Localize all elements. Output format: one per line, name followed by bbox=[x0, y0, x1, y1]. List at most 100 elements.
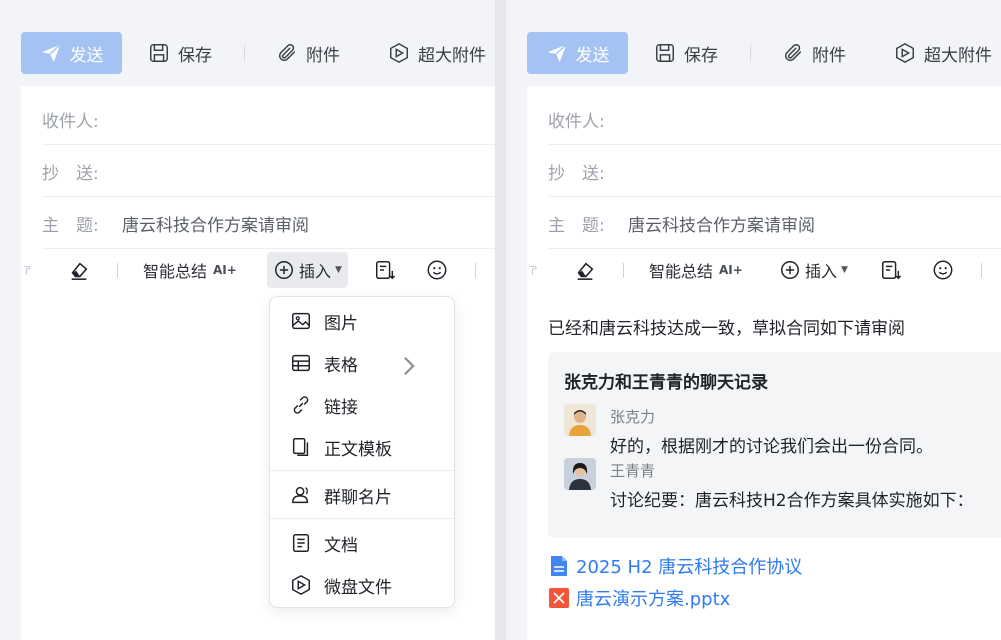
send-icon bbox=[41, 44, 61, 63]
menu-item-group-card[interactable]: 群聊名片 bbox=[270, 475, 454, 515]
subject-value[interactable]: 唐云科技合作方案请审阅 bbox=[122, 211, 309, 236]
image-icon bbox=[292, 312, 310, 330]
menu-item-label: 图片 bbox=[324, 313, 358, 334]
send-label: 发送 bbox=[69, 45, 104, 66]
ai-summary-button[interactable]: 智能总结 AI+ bbox=[143, 252, 237, 288]
menu-item-label: 微盘文件 bbox=[324, 577, 392, 598]
message-text: 好的，根据刚才的讨论我们会出一份合同。 bbox=[610, 437, 933, 457]
save-button[interactable]: 保存 bbox=[148, 32, 212, 74]
big-attach-button[interactable]: 超大附件 bbox=[894, 32, 992, 74]
attach-button[interactable]: 附件 bbox=[276, 32, 340, 74]
subject-field[interactable]: 主 题: 唐云科技合作方案请审阅 bbox=[548, 198, 1001, 249]
paperclip-icon bbox=[784, 44, 802, 62]
pptx-file-link[interactable]: 唐云演示方案.pptx bbox=[548, 586, 730, 610]
big-attach-label: 超大附件 bbox=[418, 45, 486, 66]
to-label: 收件人: bbox=[548, 111, 605, 132]
doc-file-link[interactable]: 2025 H2 唐云科技合作协议 bbox=[548, 554, 802, 578]
save-label: 保存 bbox=[684, 45, 718, 66]
paperclip-icon bbox=[278, 44, 296, 62]
menu-item-table[interactable]: 表格 bbox=[270, 343, 454, 383]
insert-label: 插入 bbox=[299, 262, 332, 281]
attach-label: 附件 bbox=[306, 45, 340, 66]
caret-down-icon: ▼ bbox=[841, 265, 848, 275]
message-sender: 王青青 bbox=[610, 462, 656, 480]
menu-divider bbox=[270, 518, 454, 519]
panel-divider bbox=[495, 0, 506, 640]
message-text: 讨论纪要：唐云科技H2合作方案具体实施如下： bbox=[610, 491, 974, 511]
subject-field[interactable]: 主 题: 唐云科技合作方案请审阅 bbox=[42, 198, 495, 249]
save-icon bbox=[656, 44, 674, 62]
to-field[interactable]: 收件人: bbox=[42, 94, 495, 145]
avatar bbox=[564, 404, 596, 436]
save-button[interactable]: 保存 bbox=[654, 32, 718, 74]
menu-item-label: 表格 bbox=[324, 355, 358, 376]
email-body-intro[interactable]: 已经和唐云科技达成一致，草拟合同如下请审阅 bbox=[548, 314, 905, 339]
eraser-icon bbox=[71, 262, 88, 280]
ai-summary-button[interactable]: 智能总结 AI+ bbox=[649, 252, 743, 288]
list-arrow-icon bbox=[376, 261, 396, 280]
format-toolbar: 智能总结 AI+ 插入 ▼ bbox=[21, 252, 495, 288]
menu-item-template[interactable]: 正文模板 bbox=[270, 427, 454, 467]
format-toolbar: 智能总结 AI+ 插入 ▼ bbox=[527, 252, 1001, 288]
emoji-button[interactable] bbox=[426, 252, 448, 288]
cc-label: 抄 送: bbox=[548, 163, 605, 184]
insert-label: 插入 bbox=[805, 262, 838, 281]
to-label: 收件人: bbox=[42, 111, 99, 132]
avatar bbox=[564, 458, 596, 490]
menu-item-weidisk[interactable]: 微盘文件 bbox=[270, 565, 454, 605]
attach-button[interactable]: 附件 bbox=[782, 32, 846, 74]
ai-badge: AI+ bbox=[213, 263, 237, 277]
send-button[interactable]: 发送 bbox=[527, 32, 628, 74]
chevron-right-icon bbox=[404, 356, 415, 376]
file-name: 唐云演示方案.pptx bbox=[576, 589, 731, 610]
format-divider bbox=[475, 263, 476, 278]
big-attach-label: 超大附件 bbox=[924, 45, 992, 66]
insert-dropdown-menu: 图片 表格 链接 正文模板 群聊名片 文档 微盘文件 bbox=[269, 296, 455, 608]
save-label: 保存 bbox=[178, 45, 212, 66]
table-icon bbox=[292, 354, 310, 372]
chat-record-card[interactable]: 张克力和王青青的聊天记录 张克力 好的，根据刚才的讨论我们会出一份合同。 王青青… bbox=[548, 352, 1001, 538]
menu-item-label: 文档 bbox=[324, 535, 358, 556]
ai-badge: AI+ bbox=[719, 263, 743, 277]
quote-button[interactable] bbox=[880, 252, 902, 288]
format-painter-icon[interactable] bbox=[23, 252, 37, 288]
menu-item-label: 链接 bbox=[324, 397, 358, 418]
format-divider bbox=[117, 263, 118, 278]
eraser-button[interactable] bbox=[68, 252, 90, 288]
attach-label: 附件 bbox=[812, 45, 846, 66]
pptx-file-icon bbox=[549, 588, 569, 608]
weidisk-icon bbox=[896, 42, 914, 64]
insert-button[interactable]: 插入 ▼ bbox=[267, 252, 348, 288]
big-attach-button[interactable]: 超大附件 bbox=[388, 32, 486, 74]
file-name: 2025 H2 唐云科技合作协议 bbox=[576, 557, 803, 578]
format-painter-icon[interactable] bbox=[529, 252, 543, 288]
toolbar-divider bbox=[244, 45, 245, 61]
format-divider bbox=[981, 263, 982, 278]
emoji-button[interactable] bbox=[932, 252, 954, 288]
subject-value[interactable]: 唐云科技合作方案请审阅 bbox=[628, 211, 815, 236]
compose-panel-right: 发送 保存 附件 超大附件 收件人: 抄 送: 主 题: 唐云科技合作方案请审阅 bbox=[506, 0, 1001, 640]
to-field[interactable]: 收件人: bbox=[548, 94, 1001, 145]
cc-field[interactable]: 抄 送: bbox=[42, 146, 495, 197]
insert-button[interactable]: 插入 ▼ bbox=[773, 252, 854, 288]
compose-toolbar: 发送 保存 附件 超大附件 bbox=[506, 32, 1001, 74]
send-label: 发送 bbox=[575, 45, 610, 66]
quote-button[interactable] bbox=[374, 252, 396, 288]
menu-item-doc[interactable]: 文档 bbox=[270, 523, 454, 563]
cc-field[interactable]: 抄 送: bbox=[548, 146, 1001, 197]
emoji-icon bbox=[933, 260, 953, 280]
menu-item-image[interactable]: 图片 bbox=[270, 301, 454, 341]
ai-summary-label: 智能总结 bbox=[649, 262, 714, 281]
menu-item-link[interactable]: 链接 bbox=[270, 385, 454, 425]
template-icon bbox=[292, 438, 309, 456]
save-icon bbox=[150, 44, 168, 62]
compose-area: 收件人: 抄 送: 主 题: 唐云科技合作方案请审阅 智能总结 AI+ 插入 bbox=[527, 86, 1001, 640]
menu-divider bbox=[270, 470, 454, 471]
caret-down-icon: ▼ bbox=[335, 265, 342, 275]
format-divider bbox=[623, 263, 624, 278]
send-button[interactable]: 发送 bbox=[21, 32, 122, 74]
subject-label: 主 题: bbox=[548, 215, 605, 236]
eraser-icon bbox=[577, 262, 594, 280]
eraser-button[interactable] bbox=[574, 252, 596, 288]
subject-label: 主 题: bbox=[42, 215, 99, 236]
